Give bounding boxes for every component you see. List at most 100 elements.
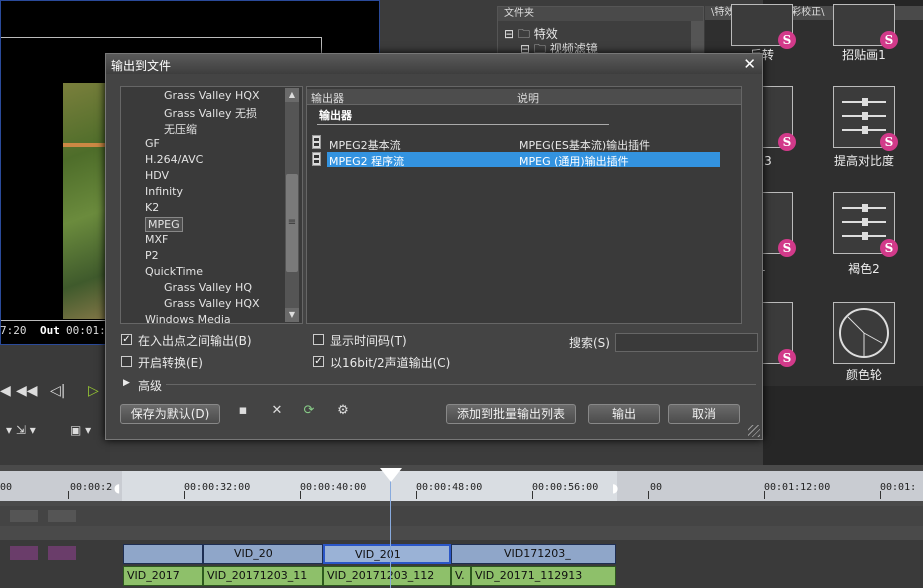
effect-label: 提高对比度: [833, 154, 894, 168]
scroll-up-icon[interactable]: ▲: [285, 88, 299, 102]
audio-clip[interactable]: V.: [451, 566, 471, 586]
resize-grip-icon[interactable]: [748, 425, 760, 437]
expand-arrow-icon[interactable]: ▶: [123, 378, 130, 388]
column-header-description[interactable]: 说明: [517, 90, 539, 106]
format-item[interactable]: QuickTime: [145, 265, 203, 278]
slider-icon: [842, 126, 886, 134]
rewind-icon[interactable]: ◀◀: [16, 383, 38, 399]
save-small-icon[interactable]: ▣ ▾: [70, 423, 91, 437]
exporter-list: 输出器 说明 输出器 MPEG2基本流 MPEG(ES基本流)输出插件 MPEG…: [306, 86, 742, 324]
format-item[interactable]: HDV: [145, 169, 169, 182]
exporter-row-selected[interactable]: MPEG2 程序流 MPEG (通用)输出插件: [327, 152, 720, 168]
s-badge-icon: S: [778, 349, 796, 367]
out-label: Out: [40, 324, 60, 337]
export-button[interactable]: 输出: [588, 404, 660, 424]
ruler-label: 00:01:12:00: [764, 482, 831, 493]
scroll-thumb[interactable]: ≡: [286, 174, 298, 272]
timecode-label: 显示时间码(T): [330, 334, 407, 348]
format-item[interactable]: Grass Valley HQX: [164, 297, 260, 310]
format-item[interactable]: MXF: [145, 233, 168, 246]
format-item[interactable]: GF: [145, 137, 160, 150]
inout-label: 在入出点之间输出(B): [138, 334, 252, 348]
effect-tile-color-wheel[interactable]: [833, 302, 895, 364]
inout-checkbox[interactable]: ✓: [121, 334, 132, 345]
folder-icon: 🗀: [517, 27, 530, 41]
ruler-label: 00:00:32:00: [184, 482, 251, 493]
s-badge-icon: S: [880, 239, 898, 257]
insert-icon[interactable]: ▾ ⇲ ▾: [6, 423, 36, 437]
tree-scrollbar[interactable]: [691, 21, 703, 55]
ruler-label: 00:01:: [880, 482, 917, 493]
format-item-selected[interactable]: MPEG: [145, 217, 183, 232]
advanced-label[interactable]: 高级: [138, 377, 162, 394]
audio-clip[interactable]: VID_2017: [123, 566, 203, 586]
exporter-row[interactable]: MPEG2基本流 MPEG(ES基本流)输出插件: [327, 136, 720, 152]
ruler-tick: [68, 491, 69, 499]
ruler-label: 00:00:40:00: [300, 482, 367, 493]
format-scrollbar[interactable]: ▲ ≡ ▼: [285, 88, 299, 322]
format-item[interactable]: H.264/AVC: [145, 153, 203, 166]
effect-tile-contrast[interactable]: S: [833, 86, 898, 151]
video-clip[interactable]: VID_20: [203, 544, 323, 564]
format-item[interactable]: Windows Media: [145, 313, 231, 323]
format-tree[interactable]: Grass Valley HQX Grass Valley 无损 无压缩 GF H.26…: [120, 86, 303, 324]
effect-label: 褐色2: [848, 262, 880, 276]
ruler-tick: [416, 491, 417, 499]
effect-tile-invert[interactable]: S: [731, 4, 796, 49]
format-item[interactable]: 无压缩: [164, 121, 197, 137]
ruler-label: 00: [650, 482, 663, 493]
slider-icon: [842, 204, 886, 212]
cancel-button[interactable]: 取消: [668, 404, 740, 424]
refresh-icon[interactable]: ⟳: [300, 402, 318, 420]
convert-label: 开启转换(E): [138, 356, 203, 370]
scroll-down-icon[interactable]: ▼: [285, 308, 299, 322]
tree-item-label: 特效: [533, 27, 558, 41]
play-icon[interactable]: ▷: [88, 383, 99, 399]
audio-clip[interactable]: VID_20171203_112: [323, 566, 451, 586]
format-item[interactable]: Grass Valley HQ: [164, 281, 252, 294]
ruler-tick: [764, 491, 765, 499]
save-preset-icon[interactable]: ▪: [234, 402, 252, 420]
audio16-label: 以16bit/2声道输出(C): [330, 356, 451, 370]
audio16-checkbox[interactable]: ✓: [313, 356, 324, 367]
format-item[interactable]: Grass Valley HQX: [164, 89, 260, 102]
out-point-marker-icon[interactable]: ◗: [612, 481, 618, 495]
format-item[interactable]: K2: [145, 201, 159, 214]
export-dialog: 输出到文件 ✕ Grass Valley HQX Grass Valley 无损无…: [105, 53, 763, 440]
timeline-ruler[interactable]: 00 00:00:2 00:00:32:00 00:00:40:00 00:00…: [0, 471, 923, 501]
playhead-line: [390, 470, 391, 588]
delete-icon[interactable]: ✕: [268, 402, 286, 420]
format-item[interactable]: Infinity: [145, 185, 183, 198]
timecode-checkbox[interactable]: [313, 334, 324, 345]
video-clip[interactable]: [123, 544, 203, 564]
video-clip[interactable]: VID171203_: [451, 544, 616, 564]
audio-clip[interactable]: VID_20171_112913: [471, 566, 616, 586]
dialog-title: 输出到文件: [111, 59, 172, 73]
format-item[interactable]: Grass Valley 无损: [164, 105, 257, 121]
audio-clip[interactable]: VID_20171203_11: [203, 566, 323, 586]
save-default-button[interactable]: 保存为默认(D): [120, 404, 220, 424]
playhead-handle[interactable]: [380, 468, 402, 482]
settings-icon[interactable]: ⚙: [334, 402, 352, 420]
ruler-tick: [300, 491, 301, 499]
step-back-icon[interactable]: ◁|: [50, 383, 65, 399]
collapse-icon[interactable]: ⊟: [504, 27, 514, 41]
track-header-btn[interactable]: [10, 510, 38, 522]
search-input[interactable]: [615, 333, 758, 352]
effect-tile-poster[interactable]: S: [833, 4, 898, 49]
in-point-marker-icon[interactable]: ◖: [114, 481, 120, 495]
format-item[interactable]: P2: [145, 249, 159, 262]
track-thumb: [48, 546, 76, 560]
prev-frame-icon[interactable]: ◀: [0, 383, 11, 399]
slider-icon: [842, 112, 886, 120]
column-header-exporter[interactable]: 输出器: [311, 90, 344, 106]
track-header-btn[interactable]: [48, 510, 76, 522]
close-icon[interactable]: ✕: [743, 55, 756, 73]
convert-checkbox[interactable]: [121, 356, 132, 367]
add-batch-button[interactable]: 添加到批量输出列表: [446, 404, 576, 424]
player-controls: ◀ ◀◀ ◁| ▷ ▾ ⇲ ▾ ▣ ▾: [0, 345, 110, 465]
exporter-group-title: 输出器: [319, 109, 352, 122]
dialog-titlebar[interactable]: 输出到文件 ✕: [106, 54, 762, 74]
video-clip-selected[interactable]: VID_201: [323, 544, 451, 564]
effect-tile-sepia2[interactable]: S: [833, 192, 898, 257]
